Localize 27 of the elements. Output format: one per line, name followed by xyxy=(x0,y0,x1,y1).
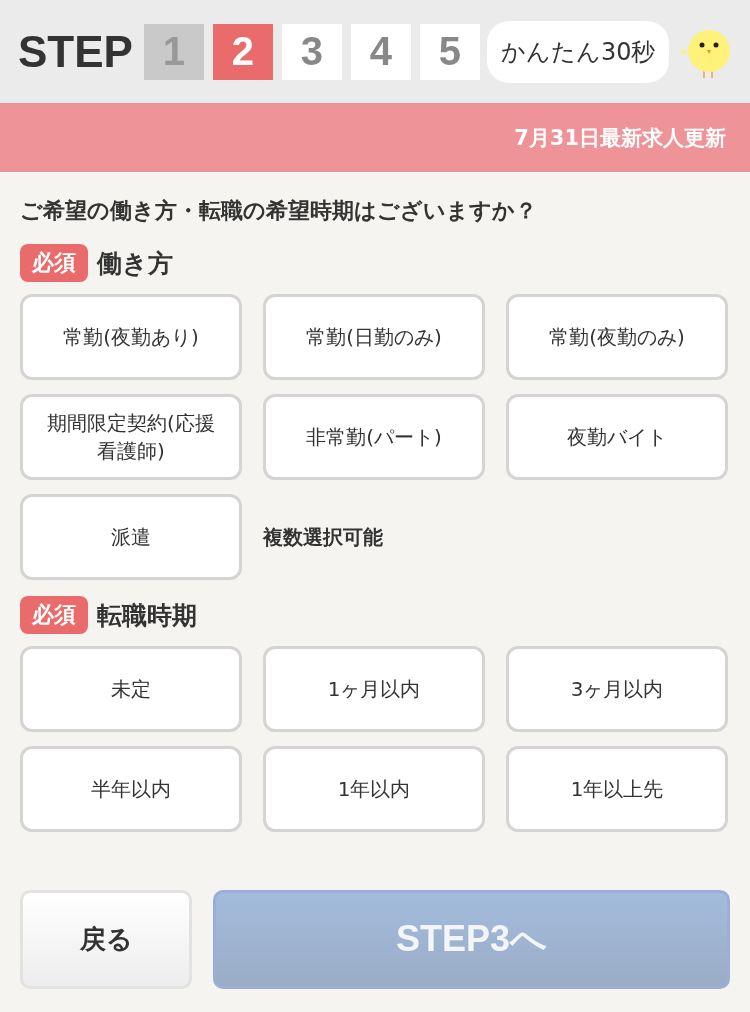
option-button[interactable]: 3ヶ月以内 xyxy=(506,646,728,732)
question-text: ご希望の働き方・転職の希望時期はございますか？ xyxy=(20,197,538,225)
update-notice: 7月31日最新求人更新 xyxy=(514,124,726,152)
section-title: 転職時期 xyxy=(97,599,197,632)
required-badge: 必須 xyxy=(20,596,88,634)
option-button[interactable]: 期間限定契約(応援看護師) xyxy=(20,394,242,480)
section-title: 働き方 xyxy=(97,247,173,280)
step-indicator: 5 xyxy=(419,23,480,80)
hint-text: 複数選択可能 xyxy=(263,523,384,551)
step-indicator: 2 xyxy=(212,23,273,80)
step-indicator: 4 xyxy=(350,23,411,80)
option-button[interactable]: 常勤(日勤のみ) xyxy=(263,294,485,380)
speech-bubble: かんたん30秒 xyxy=(486,20,670,83)
option-button[interactable]: 1ヶ月以内 xyxy=(263,646,485,732)
required-badge: 必須 xyxy=(20,244,88,282)
option-button[interactable]: 非常勤(パート) xyxy=(263,394,485,480)
option-button[interactable]: 派遣 xyxy=(20,494,242,580)
option-button[interactable]: 1年以内 xyxy=(263,746,485,832)
option-button[interactable]: 夜勤バイト xyxy=(506,394,728,480)
step-label: STEP xyxy=(18,26,133,77)
back-button[interactable]: 戻る xyxy=(20,890,192,989)
step-indicator: 3 xyxy=(281,23,342,80)
option-button[interactable]: 1年以上先 xyxy=(506,746,728,832)
option-button[interactable]: 未定 xyxy=(20,646,242,732)
option-button[interactable]: 常勤(夜勤あり) xyxy=(20,294,242,380)
option-button[interactable]: 常勤(夜勤のみ) xyxy=(506,294,728,380)
option-button[interactable]: 半年以内 xyxy=(20,746,242,832)
